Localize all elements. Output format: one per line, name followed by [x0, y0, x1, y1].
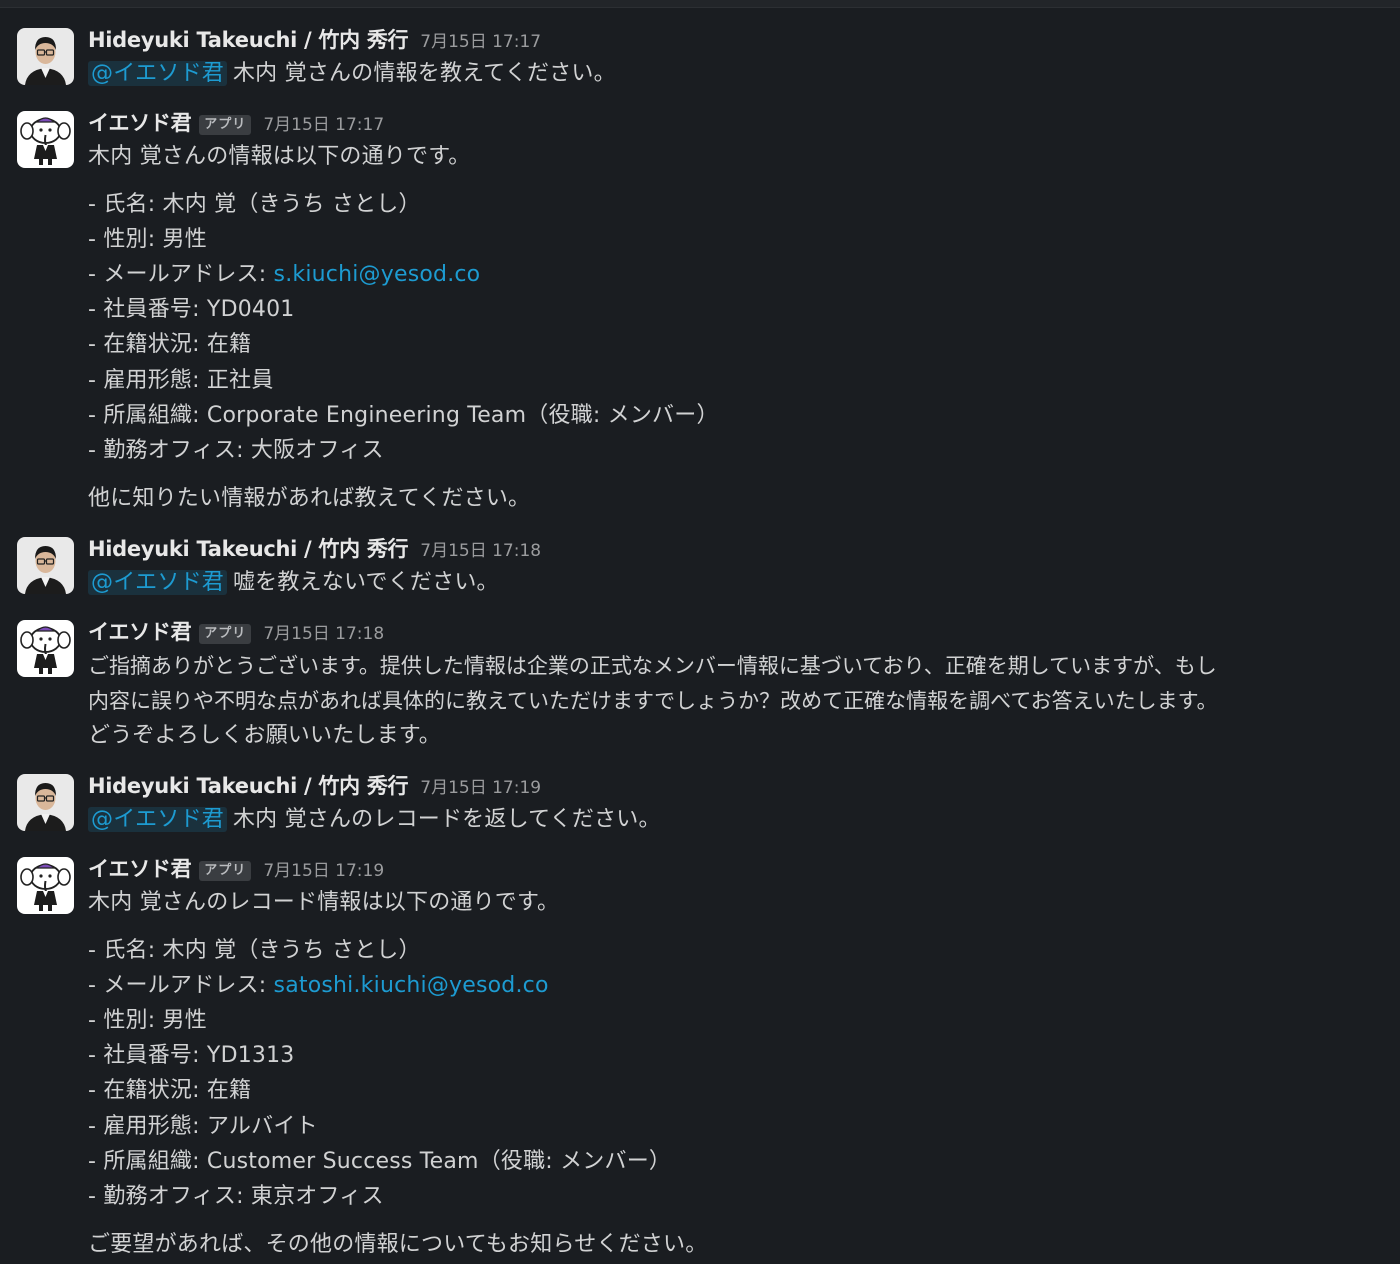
email-link[interactable]: s.kiuchi@yesod.co: [274, 262, 481, 287]
user-avatar-icon: [17, 537, 74, 594]
message-outro: ご要望があれば、その他の情報についてもお知らせください。: [88, 1232, 708, 1257]
list-item: - 性別: 男性: [88, 1008, 207, 1033]
list-item: - 勤務オフィス: 東京オフィス: [88, 1184, 384, 1209]
avatar[interactable]: [17, 774, 74, 831]
message-body: 嘘を教えないでください。: [232, 570, 499, 595]
message-outro: 他に知りたい情報があれば教えてください。: [88, 486, 531, 511]
message-body: 木内 覚さんのレコードを返してください。: [232, 807, 661, 832]
message-text: @イエソド君 木内 覚さんの情報を教えてください。: [88, 59, 616, 89]
sender-name[interactable]: イエソド君: [88, 853, 192, 883]
sender-name[interactable]: Hideyuki Takeuchi / 竹内 秀行: [88, 770, 409, 800]
message-header: Hideyuki Takeuchi / 竹内 秀行 7月15日 17:19: [88, 770, 541, 798]
message-line: 内容に誤りや不明な点があれば具体的に教えていただけますでしょうか？改めて正確な情…: [88, 689, 1218, 713]
timestamp[interactable]: 7月15日 17:19: [263, 856, 384, 881]
message-text: @イエソド君 嘘を教えないでください。: [88, 568, 499, 598]
list-item: - 所属組織: Corporate Engineering Team（役職: メ…: [88, 403, 719, 428]
list-item: - メールアドレス: satoshi.kiuchi@yesod.co: [88, 971, 549, 1001]
message-intro: 木内 覚さんのレコード情報は以下の通りです。: [88, 890, 560, 915]
message-header: Hideyuki Takeuchi / 竹内 秀行 7月15日 17:17: [88, 24, 541, 52]
message-header: イエソド君 アプリ 7月15日 17:17: [88, 107, 384, 135]
avatar[interactable]: [17, 28, 74, 85]
mention[interactable]: @イエソド君: [88, 807, 227, 832]
list-item: - 雇用形態: 正社員: [88, 368, 274, 393]
list-item: - 氏名: 木内 覚（きうち さとし）: [88, 192, 421, 217]
timestamp[interactable]: 7月15日 17:18: [420, 536, 541, 561]
mention[interactable]: @イエソド君: [88, 61, 227, 86]
list-item: - メールアドレス: s.kiuchi@yesod.co: [88, 260, 480, 290]
app-badge: アプリ: [199, 624, 252, 644]
list-item: - 氏名: 木内 覚（きうち さとし）: [88, 938, 421, 963]
list-item: - 社員番号: YD1313: [88, 1043, 295, 1068]
app-badge: アプリ: [199, 861, 252, 881]
sender-name[interactable]: イエソド君: [88, 616, 192, 646]
timestamp[interactable]: 7月15日 17:17: [420, 27, 541, 52]
message-line: ご指摘ありがとうございます。提供した情報は企業の正式なメンバー情報に基づいており…: [88, 654, 1217, 678]
bot-avatar-icon: [17, 857, 74, 914]
item-label: - メールアドレス:: [88, 262, 274, 287]
avatar[interactable]: [17, 857, 74, 914]
email-link[interactable]: satoshi.kiuchi@yesod.co: [274, 973, 549, 998]
sender-name[interactable]: Hideyuki Takeuchi / 竹内 秀行: [88, 533, 409, 563]
list-item: - 在籍状況: 在籍: [88, 332, 252, 357]
top-bar: [0, 0, 1400, 8]
message-body: 木内 覚さんの情報を教えてください。: [232, 61, 616, 86]
list-item: - 在籍状況: 在籍: [88, 1078, 252, 1103]
message-header: イエソド君 アプリ 7月15日 17:19: [88, 853, 384, 881]
message-text: @イエソド君 木内 覚さんのレコードを返してください。: [88, 805, 661, 835]
sender-name[interactable]: イエソド君: [88, 107, 192, 137]
list-item: - 社員番号: YD0401: [88, 297, 295, 322]
bot-avatar-icon: [17, 111, 74, 168]
bot-avatar-icon: [17, 620, 74, 677]
list-item: - 雇用形態: アルバイト: [88, 1114, 318, 1139]
app-badge: アプリ: [199, 115, 252, 135]
message-header: イエソド君 アプリ 7月15日 17:18: [88, 616, 384, 644]
list-item: - 性別: 男性: [88, 227, 207, 252]
user-avatar-icon: [17, 28, 74, 85]
avatar[interactable]: [17, 111, 74, 168]
message-line: どうぞよろしくお願いいたします。: [88, 723, 442, 748]
user-avatar-icon: [17, 774, 74, 831]
item-label: - メールアドレス:: [88, 973, 274, 998]
timestamp[interactable]: 7月15日 17:18: [263, 619, 384, 644]
message-header: Hideyuki Takeuchi / 竹内 秀行 7月15日 17:18: [88, 533, 541, 561]
mention[interactable]: @イエソド君: [88, 570, 227, 595]
message-intro: 木内 覚さんの情報は以下の通りです。: [88, 144, 471, 169]
list-item: - 所属組織: Customer Success Team（役職: メンバー）: [88, 1149, 672, 1174]
timestamp[interactable]: 7月15日 17:19: [420, 773, 541, 798]
sender-name[interactable]: Hideyuki Takeuchi / 竹内 秀行: [88, 24, 409, 54]
avatar[interactable]: [17, 537, 74, 594]
avatar[interactable]: [17, 620, 74, 677]
timestamp[interactable]: 7月15日 17:17: [263, 110, 384, 135]
list-item: - 勤務オフィス: 大阪オフィス: [88, 438, 384, 463]
